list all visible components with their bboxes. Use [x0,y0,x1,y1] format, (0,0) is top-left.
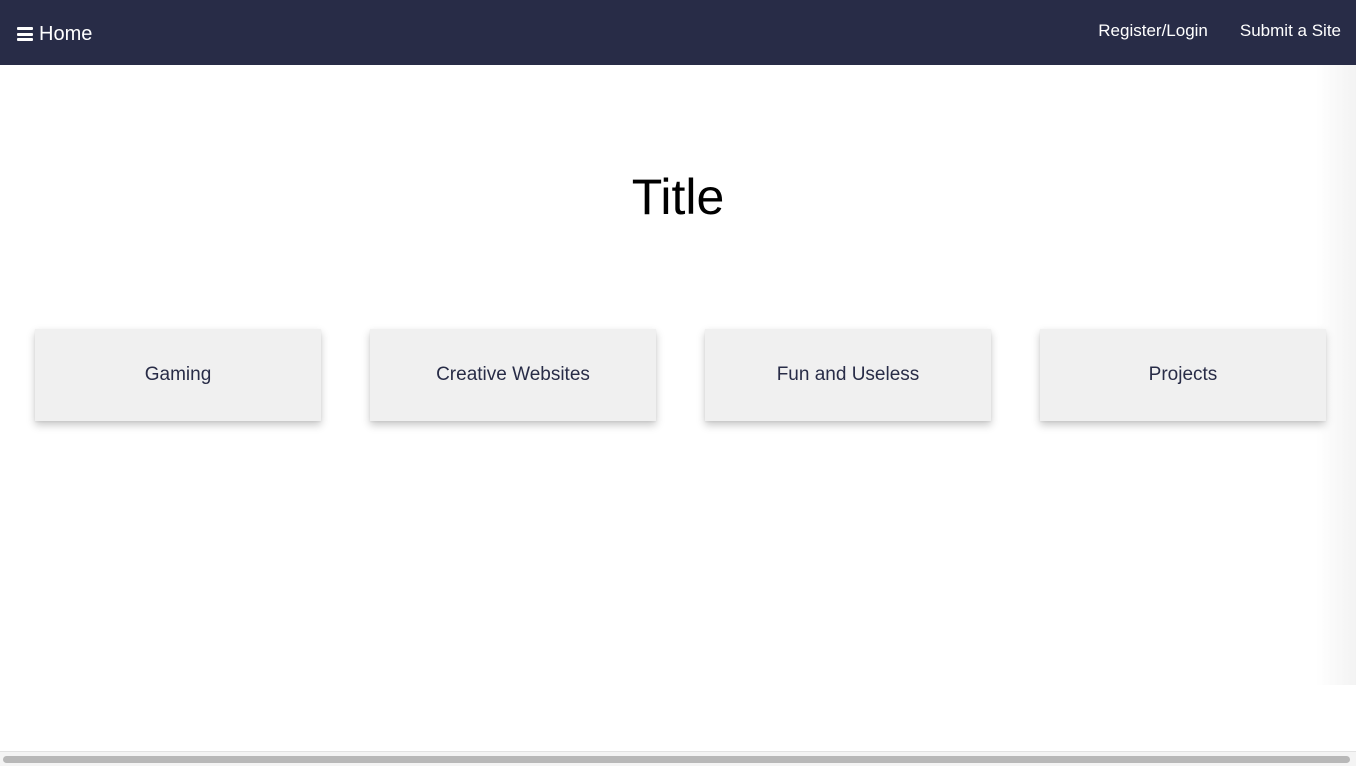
horizontal-scrollbar[interactable] [0,751,1356,766]
right-edge-shadow [1316,65,1356,685]
submit-site-link[interactable]: Submit a Site [1240,19,1341,43]
category-card-label: Projects [1148,364,1218,385]
category-card-gaming[interactable]: Gaming [35,329,321,421]
scrollbar-thumb[interactable] [3,756,1350,763]
category-card-fun-and-useless[interactable]: Fun and Useless [705,329,991,421]
home-label[interactable]: Home [39,20,92,48]
category-card-projects[interactable]: Projects [1040,329,1326,421]
register-login-link[interactable]: Register/Login [1098,19,1208,43]
nav-links: Register/Login Submit a Site [1098,19,1341,43]
hamburger-icon[interactable] [17,27,33,41]
category-card-label: Gaming [144,364,212,385]
home-menu-button[interactable]: Home [17,20,92,48]
category-card-creative-websites[interactable]: Creative Websites [370,329,656,421]
category-card-label: Fun and Useless [776,364,920,385]
category-card-label: Creative Websites [436,364,590,385]
top-navbar: Home Register/Login Submit a Site [0,0,1356,65]
page-title: Title [631,169,725,225]
category-cards: Gaming Creative Websites Fun and Useless… [35,329,1326,421]
